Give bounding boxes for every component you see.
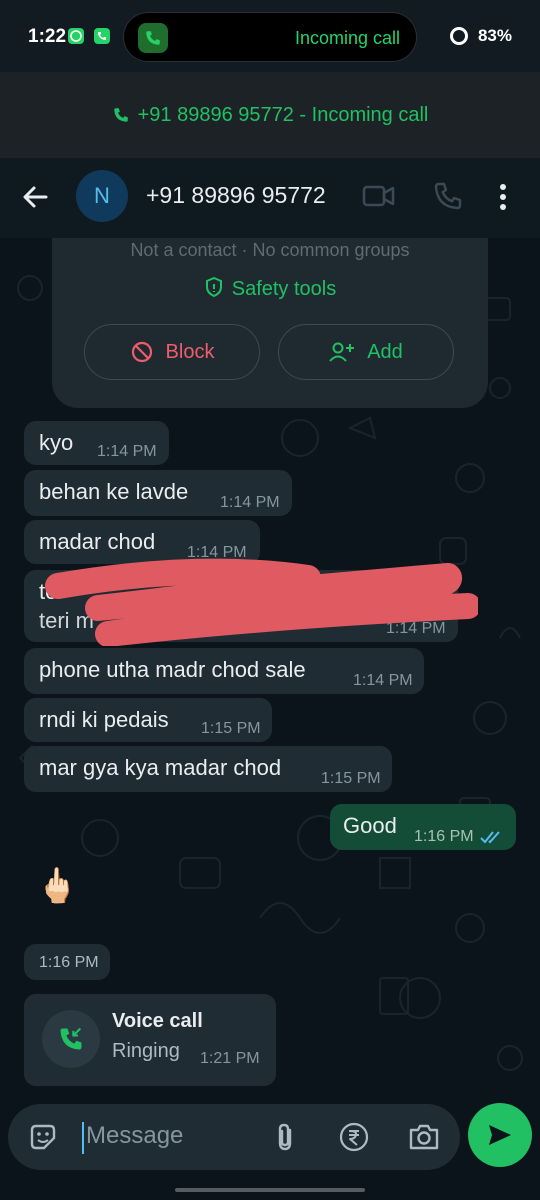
message-text: kyo xyxy=(39,430,74,455)
add-person-icon xyxy=(329,342,355,362)
back-arrow-icon[interactable] xyxy=(20,182,50,212)
contact-name[interactable]: +91 89896 95772 xyxy=(146,182,326,209)
safety-tools-label: Safety tools xyxy=(231,278,337,300)
message-bubble-redacted[interactable]: te erne n teri m 1:14 PM xyxy=(24,558,478,646)
video-call-icon[interactable] xyxy=(362,180,396,212)
message-text: Good xyxy=(343,813,397,838)
more-options-icon[interactable] xyxy=(498,182,508,212)
phone-icon xyxy=(113,108,128,122)
incoming-call-banner-text: +91 89896 95772 - Incoming call xyxy=(137,103,429,126)
whatsapp-notification-icon xyxy=(68,28,84,44)
message-input-box[interactable]: Message xyxy=(8,1104,460,1170)
message-time: 1:15 PM xyxy=(321,770,381,787)
sticker-icon[interactable] xyxy=(28,1122,58,1152)
battery-percent: 83% xyxy=(477,26,512,45)
outgoing-message-bubble[interactable]: Good 1:16 PM xyxy=(330,804,516,850)
message-time: 1:15 PM xyxy=(201,720,261,737)
incoming-call-icon xyxy=(42,1010,100,1068)
message-time: 1:14 PM xyxy=(97,443,157,460)
message-time: 1:16 PM xyxy=(414,828,474,845)
add-label: Add xyxy=(367,340,403,363)
contact-avatar[interactable]: N xyxy=(76,170,128,222)
message-input-placeholder[interactable]: Message xyxy=(86,1122,183,1150)
phone-icon xyxy=(138,23,168,53)
red-redaction-scribble xyxy=(45,558,478,646)
status-time: 1:22 xyxy=(28,26,67,47)
status-bar: 1:22 Incoming call 83% xyxy=(0,0,540,72)
add-contact-button[interactable]: Add xyxy=(278,324,454,380)
payment-rupee-icon[interactable] xyxy=(338,1121,370,1153)
message-bubble[interactable]: kyo 1:14 PM xyxy=(24,421,169,465)
block-button[interactable]: Block xyxy=(84,324,260,380)
read-double-check-icon xyxy=(480,831,500,844)
battery-icon xyxy=(450,27,468,45)
text-cursor xyxy=(82,1122,84,1154)
message-input-bar: Message xyxy=(0,1100,540,1200)
message-text: phone utha madr chod sale xyxy=(39,657,306,682)
message-text: behan ke lavde xyxy=(39,479,189,504)
message-bubble[interactable]: behan ke lavde 1:14 PM xyxy=(24,470,292,516)
not-a-contact-text: Not a contact · No common groups xyxy=(130,240,410,260)
message-bubble[interactable]: rndi ki pedais 1:15 PM xyxy=(24,698,272,742)
message-time: 1:14 PM xyxy=(220,494,280,511)
block-icon xyxy=(131,341,152,363)
whatsapp-call-notification-icon xyxy=(94,28,110,44)
paperclip-icon[interactable] xyxy=(272,1121,298,1153)
camera-icon[interactable] xyxy=(408,1122,440,1152)
incoming-call-banner[interactable]: +91 89896 95772 - Incoming call xyxy=(0,72,540,158)
safety-tools-link[interactable]: Safety tools xyxy=(52,276,488,301)
shield-icon xyxy=(205,276,222,298)
block-label: Block xyxy=(165,340,215,363)
emoji-message[interactable]: 🖕🏻 xyxy=(36,866,78,906)
voice-call-icon[interactable] xyxy=(432,180,464,212)
voice-call-time: 1:21 PM xyxy=(200,1050,260,1067)
voice-call-status: Ringing xyxy=(112,1040,180,1062)
message-time: 1:14 PM xyxy=(353,672,413,689)
home-indicator[interactable] xyxy=(175,1188,365,1192)
message-time: 1:16 PM xyxy=(39,954,99,971)
message-time-chip: 1:16 PM xyxy=(24,944,110,980)
message-text: mar gya kya madar chod xyxy=(39,755,282,780)
chat-area[interactable]: Not a contact · No common groups Safety … xyxy=(0,238,540,1100)
send-icon xyxy=(489,1125,511,1145)
message-text: rndi ki pedais xyxy=(39,707,169,732)
message-bubble[interactable]: phone utha madr chod sale 1:14 PM xyxy=(24,648,424,694)
contact-info-card: Not a contact · No common groups Safety … xyxy=(52,238,488,408)
message-text: madar chod xyxy=(39,529,156,554)
incoming-call-pill-text: Incoming call xyxy=(294,28,400,48)
voice-call-title: Voice call xyxy=(112,1010,203,1032)
ongoing-call-pill[interactable]: Incoming call xyxy=(123,12,417,62)
voice-call-card[interactable]: Voice call Ringing 1:21 PM xyxy=(24,994,276,1086)
send-button[interactable] xyxy=(468,1103,532,1167)
avatar-letter: N xyxy=(94,183,110,208)
message-bubble[interactable]: mar gya kya madar chod 1:15 PM xyxy=(24,746,392,792)
